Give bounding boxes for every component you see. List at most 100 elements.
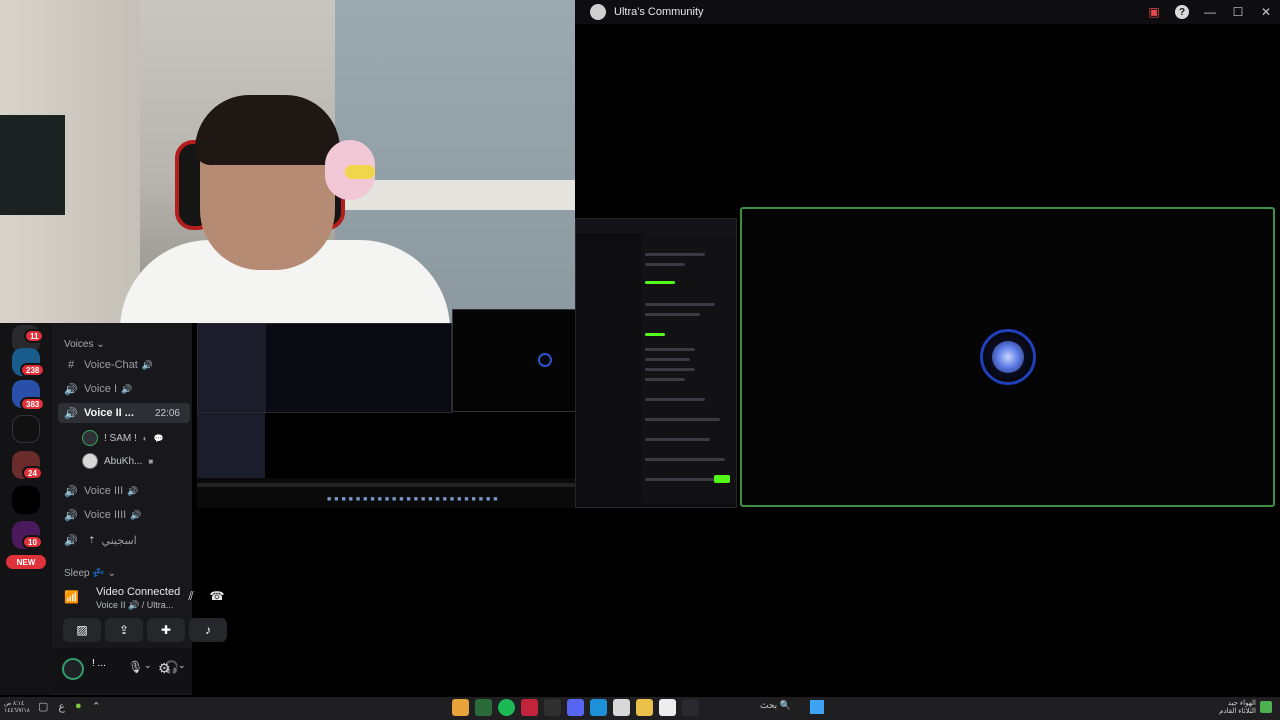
community-logo-icon (590, 4, 606, 20)
search-text: بحث (760, 700, 778, 710)
channel-timer: 22:06 (154, 407, 180, 419)
server-icon-6[interactable] (12, 486, 40, 514)
stream-main-frame[interactable] (740, 207, 1275, 507)
disconnect-icon[interactable]: ☎ (202, 584, 232, 608)
voice-channel-info[interactable]: Voice II 🔊 / Ultra... (96, 600, 173, 611)
tray-app-icon[interactable]: ● (75, 700, 82, 713)
chat-line (645, 418, 720, 421)
chat-line (645, 358, 690, 361)
chat-line-highlight (645, 281, 675, 284)
taskbar-apps (452, 699, 699, 716)
maximize-button[interactable]: ☐ (1224, 0, 1252, 24)
soundboard-button[interactable]: ♪ (189, 618, 227, 642)
chevron-down-icon[interactable]: ⌄ (178, 660, 186, 671)
chevron-up-icon[interactable]: ⌃ (92, 700, 101, 713)
channel-name: Voice III (84, 485, 124, 497)
channel-name: اسجيني (101, 534, 137, 547)
kick-send-button (714, 475, 730, 483)
window-titlebar: Ultra's Community ▣ ? — ☐ ✕ (575, 0, 1280, 24)
weather-icon (1260, 701, 1272, 713)
obs-icon[interactable] (544, 699, 561, 716)
channel-voice-5[interactable]: 🔊 ⇡ اسجيني (58, 530, 190, 550)
webcam-overlay (0, 0, 575, 323)
chat-line (645, 398, 705, 401)
server-badge-2: 238 (20, 363, 46, 377)
voice-user-2[interactable]: AbuKh... ■ (82, 451, 190, 471)
edge-icon[interactable] (590, 699, 607, 716)
settings-gear-icon[interactable]: ⚙ (158, 660, 171, 677)
speaker-icon: 🔊 (130, 509, 142, 520)
notification-icon[interactable]: ▢ (38, 700, 48, 713)
activities-button[interactable]: ✚ (147, 618, 185, 642)
avatar (82, 430, 98, 446)
kick-header (576, 219, 736, 233)
speaker-icon: 🔊 (64, 407, 78, 420)
chat-line (645, 313, 700, 316)
channel-voice-1[interactable]: 🔊 Voice I 🔊 (58, 379, 190, 399)
close-button[interactable]: ✕ (1252, 0, 1280, 24)
category-voices-label: Voices (64, 339, 94, 350)
discord-icon[interactable] (567, 699, 584, 716)
clock-time: ٨:١٤ ص (4, 701, 25, 707)
channel-name: Voice II ... (84, 407, 134, 419)
camera-icon: ■ (148, 456, 154, 466)
titlebar-controls: ▣ ? — ☐ ✕ (1140, 0, 1280, 24)
start-icon[interactable] (810, 700, 824, 714)
chat-line (645, 348, 695, 351)
stream-logo-inner (992, 341, 1024, 373)
file-explorer-icon[interactable] (636, 699, 653, 716)
speaker-icon: 🔊 (64, 534, 78, 547)
speaker-icon: 🔊 (64, 383, 78, 396)
server-badge-5: 24 (22, 466, 43, 480)
taskbar-clock[interactable]: ٨:١٤ ص ١٤٤٦/٧/١٨ (4, 701, 30, 715)
chat-line (645, 438, 710, 441)
server-badge-3: 383 (20, 397, 46, 411)
help-button[interactable]: ? (1168, 0, 1196, 24)
chat-line (645, 253, 705, 256)
channel-name: Voice I (84, 383, 118, 395)
hashtag-icon: # (67, 359, 75, 371)
camera-off-button[interactable]: ▨ (63, 618, 101, 642)
language-icon[interactable]: ع (58, 700, 65, 713)
speaker-icon: 🔊 (121, 383, 133, 394)
channel-voice-3[interactable]: 🔊 Voice III 🔊 (58, 481, 190, 501)
webcam-desk (340, 180, 575, 210)
stream-preview-small[interactable] (197, 323, 452, 413)
user-name: ! ... (92, 658, 106, 669)
notepad-icon[interactable] (659, 699, 676, 716)
user-avatar[interactable] (62, 658, 84, 680)
stream-logo-icon (538, 353, 552, 367)
channel-voice-2[interactable]: 🔊 Voice II ... 22:06 (58, 403, 190, 423)
chat-line (645, 458, 725, 461)
weather-line-2: الثلاثاء القادم (1219, 708, 1256, 715)
microphone-icon[interactable]: 🎙 (128, 660, 143, 674)
server-badge-1: 11 (24, 329, 45, 343)
server-icon-4[interactable] (12, 415, 40, 443)
avatar (82, 453, 98, 469)
chevron-down-icon[interactable]: ⌄ (144, 660, 152, 671)
weather-widget[interactable]: الهواء جيد الثلاثاء القادم (1219, 700, 1256, 716)
stream-scrollbar (197, 483, 637, 487)
app-icon[interactable] (475, 699, 492, 716)
minimize-button[interactable]: — (1196, 0, 1224, 24)
active-app-icon[interactable] (521, 699, 538, 716)
screen-share-icon[interactable]: ▣ (1140, 0, 1168, 24)
stream-mini-screen (266, 324, 451, 412)
channel-voice-chat[interactable]: # Voice-Chat 🔊 (58, 355, 190, 375)
channel-list: Voices ⌄ # Voice-Chat 🔊 🔊 Voice I 🔊 🔊 Vo… (52, 323, 227, 695)
chrome-icon[interactable] (452, 699, 469, 716)
channel-voice-4[interactable]: 🔊 Voice IIII 🔊 (58, 505, 190, 525)
webcam-person-hair (195, 95, 340, 165)
chat-line (645, 478, 715, 481)
copilot-icon[interactable] (682, 699, 699, 716)
voice-user-1[interactable]: ! SAM ! ◐ 💬 (82, 428, 190, 448)
user-name: AbuKh... (104, 455, 143, 467)
weather-line-1: الهواء جيد (1227, 700, 1256, 707)
category-voices[interactable]: Voices ⌄ (64, 339, 105, 350)
store-icon[interactable] (613, 699, 630, 716)
boost-icon: ⇡ (88, 534, 96, 545)
spotify-icon[interactable] (498, 699, 515, 716)
share-screen-button[interactable]: ⇪ (105, 618, 143, 642)
taskbar-search[interactable]: بحث 🔍 (760, 700, 791, 711)
kick-chat-capture[interactable] (575, 218, 737, 508)
